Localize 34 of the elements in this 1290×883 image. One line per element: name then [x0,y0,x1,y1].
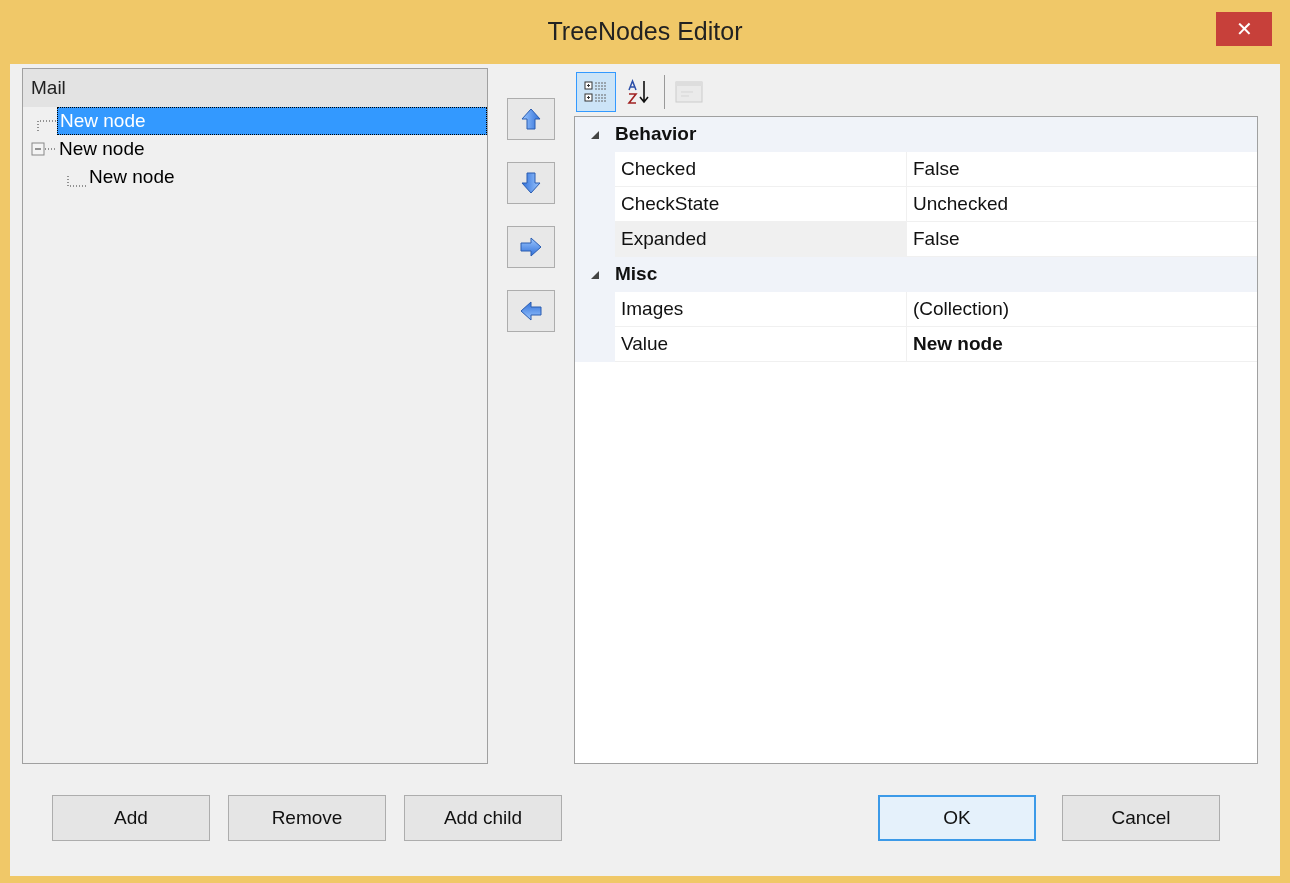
move-up-button[interactable] [507,98,555,140]
move-left-button[interactable] [507,290,555,332]
property-value[interactable]: (Collection) [907,292,1257,327]
tree-node[interactable]: New node [87,163,487,191]
move-right-button[interactable] [507,226,555,268]
property-name[interactable]: CheckState [615,187,907,222]
property-value[interactable]: New node [907,327,1257,362]
arrow-down-icon [521,172,541,194]
dialog-button[interactable]: Add child [404,795,562,841]
dialog-button[interactable]: OK [878,795,1036,841]
property-name[interactable]: Expanded [615,222,907,257]
tree-line-icon [67,176,87,187]
dialog-button[interactable]: Add [52,795,210,841]
tree-node[interactable]: New node [57,135,487,163]
move-down-button[interactable] [507,162,555,204]
dialog-button[interactable]: Remove [228,795,386,841]
arrow-left-icon [520,301,542,321]
categorized-icon [584,80,608,104]
tree-header: Mail [23,69,487,107]
property-name[interactable]: Images [615,292,907,327]
arrow-up-icon [521,108,541,130]
arrow-right-icon [520,237,542,257]
property-pages-icon [675,80,703,104]
window-title: TreeNodes Editor [547,16,743,48]
tree-line-icon [37,120,57,131]
property-name[interactable]: Checked [615,152,907,187]
dialog-button[interactable]: Cancel [1062,795,1220,841]
category-label: Behavior [615,122,697,147]
category-label: Misc [615,262,658,287]
property-name[interactable]: Value [615,327,907,362]
property-value[interactable]: False [907,152,1257,187]
property-value[interactable]: False [907,222,1257,257]
close-button[interactable]: ✕ [1216,12,1272,46]
property-value[interactable]: Unchecked [907,187,1257,222]
